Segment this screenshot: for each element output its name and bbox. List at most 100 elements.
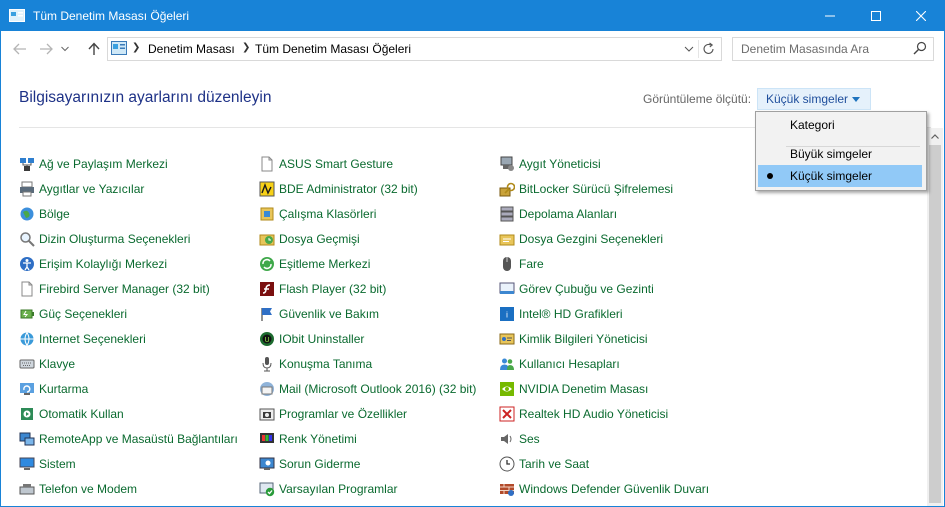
control-panel-item[interactable]: Sorun Giderme (259, 453, 360, 475)
control-panel-item[interactable]: Çalışma Klasörleri (259, 203, 376, 225)
control-panel-item[interactable]: NVIDIA Denetim Masası (499, 378, 648, 400)
control-panel-item[interactable]: RemoteApp ve Masaüstü Bağlantıları (19, 428, 238, 450)
firewall-icon (500, 484, 514, 496)
control-panel-item[interactable]: Görev Çubuğu ve Gezinti (499, 278, 654, 300)
control-panel-item[interactable]: Tarih ve Saat (499, 453, 589, 475)
minimize-icon (825, 15, 835, 17)
control-panel-item-label: Görev Çubuğu ve Gezinti (519, 282, 654, 296)
bitlocker-icon (499, 182, 515, 197)
control-panel-item[interactable]: Bölge (19, 203, 70, 225)
control-panel-item[interactable]: Programlar ve Özellikler (259, 403, 407, 425)
breadcrumb-all-items[interactable]: Tüm Denetim Masası Öğeleri (255, 42, 411, 56)
address-history-button[interactable] (681, 40, 697, 58)
document-icon (21, 281, 33, 297)
control-panel-item[interactable]: Aygıtlar ve Yazıcılar (19, 178, 144, 200)
search-icon[interactable] (913, 41, 927, 55)
control-panel-item[interactable]: Kullanıcı Hesapları (499, 353, 620, 375)
control-panel-item[interactable]: BDE Administrator (32 bit) (259, 178, 418, 200)
control-panel-item[interactable]: Dizin Oluşturma Seçenekleri (19, 228, 190, 250)
work-folders-icon (260, 207, 274, 221)
menu-item-large-icons[interactable]: Büyük simgeler (758, 143, 922, 165)
control-panel-item-label: Renk Yönetimi (279, 432, 357, 446)
control-panel-item-label: Varsayılan Programlar (279, 482, 398, 496)
power-icon (20, 309, 34, 319)
search-placeholder: Denetim Masasında Ara (741, 42, 870, 56)
chevron-right-icon[interactable]: ❯ (132, 42, 140, 53)
autoplay-icon (21, 408, 33, 420)
control-panel-item[interactable]: Güç Seçenekleri (19, 303, 127, 325)
maximize-button[interactable] (853, 1, 899, 31)
control-panel-item[interactable]: Kurtarma (19, 378, 88, 400)
control-panel-item-label: ASUS Smart Gesture (279, 157, 394, 171)
control-panel-item[interactable]: Renk Yönetimi (259, 428, 357, 450)
scroll-thumb[interactable] (929, 145, 941, 503)
control-panel-item-label: Mail (Microsoft Outlook 2016) (32 bit) (279, 382, 477, 396)
forward-arrow-icon (40, 43, 53, 55)
chevron-down-icon (61, 46, 69, 52)
up-arrow-icon (88, 42, 100, 55)
control-panel-item[interactable]: Internet Seçenekleri (19, 328, 146, 350)
control-panel-item[interactable]: Firebird Server Manager (32 bit) (19, 278, 210, 300)
control-panel-item[interactable]: Konuşma Tanıma (259, 353, 372, 375)
control-panel-item[interactable]: Ağ ve Paylaşım Merkezi (19, 153, 168, 175)
menu-item-label: Küçük simgeler (790, 169, 873, 183)
control-panel-item[interactable]: Dosya Gezgini Seçenekleri (499, 228, 663, 250)
forward-button[interactable] (37, 40, 55, 58)
credentials-icon (499, 333, 515, 345)
control-panel-item[interactable]: Realtek HD Audio Yöneticisi (499, 403, 668, 425)
control-panel-item[interactable]: Otomatik Kullan (19, 403, 124, 425)
control-panel-item[interactable]: Mail (Microsoft Outlook 2016) (32 bit) (259, 378, 476, 400)
control-panel-item[interactable]: Varsayılan Programlar (259, 478, 398, 500)
svg-text:U: U (264, 336, 269, 344)
control-panel-item[interactable]: Eşitleme Merkezi (259, 253, 370, 275)
remoteapp-icon (19, 432, 35, 446)
control-panel-item[interactable]: Dosya Geçmişi (259, 228, 360, 250)
control-panel-item-label: Tarih ve Saat (519, 457, 590, 471)
control-panel-item[interactable]: Güvenlik ve Bakım (259, 303, 379, 325)
control-panel-item-label: Kimlik Bilgileri Yöneticisi (519, 332, 648, 346)
address-bar[interactable]: ❯ Denetim Masası ❯ Tüm Denetim Masası Öğ… (107, 37, 722, 61)
control-panel-item[interactable]: Kimlik Bilgileri Yöneticisi (499, 328, 647, 350)
control-panel-item[interactable]: Aygıt Yöneticisi (499, 153, 601, 175)
mouse-icon (503, 257, 511, 271)
control-panel-item-label: Sistem (39, 457, 76, 471)
control-panel-item[interactable]: i Intel® HD Grafikleri (499, 303, 623, 325)
view-by-menu: Kategori Büyük simgeler Küçük simgeler (755, 111, 927, 191)
breadcrumb-control-panel[interactable]: Denetim Masası (148, 42, 235, 56)
control-panel-item[interactable]: Ses (499, 428, 540, 450)
view-by-value: Küçük simgeler (766, 92, 849, 106)
menu-item-small-icons[interactable]: Küçük simgeler (758, 165, 922, 187)
control-panel-item[interactable]: Erişim Kolaylığı Merkezi (19, 253, 167, 275)
scroll-up-button[interactable] (927, 128, 943, 144)
view-by-dropdown[interactable]: Küçük simgeler (757, 88, 871, 110)
back-button[interactable] (11, 40, 29, 58)
control-panel-item[interactable]: Telefon ve Modem (19, 478, 137, 500)
control-panel-item[interactable]: ASUS Smart Gesture (259, 153, 393, 175)
recent-locations-button[interactable] (59, 40, 71, 58)
nvidia-icon (500, 382, 514, 396)
up-button[interactable] (85, 40, 103, 58)
control-panel-item-label: Güç Seçenekleri (39, 307, 128, 321)
control-panel-item-label: Bölge (39, 207, 70, 221)
control-panel-item[interactable]: Flash Player (32 bit) (259, 278, 386, 300)
close-button[interactable] (898, 1, 944, 31)
control-panel-item-label: BitLocker Sürücü Şifrelemesi (519, 182, 674, 196)
chevron-right-icon[interactable]: ❯ (242, 42, 250, 53)
search-box[interactable]: Denetim Masasında Ara (732, 37, 934, 61)
microphone-icon (262, 357, 272, 372)
control-panel-item-label: Sorun Giderme (279, 457, 361, 471)
control-panel-item[interactable]: Klavye (19, 353, 75, 375)
control-panel-item[interactable]: U IObit Uninstaller (259, 328, 364, 350)
vertical-scrollbar[interactable] (927, 128, 943, 506)
control-panel-item[interactable]: Depolama Alanları (499, 203, 617, 225)
control-panel-item-label: Realtek HD Audio Yöneticisi (519, 407, 669, 421)
control-panel-item[interactable]: Sistem (19, 453, 76, 475)
control-panel-item[interactable]: Fare (499, 253, 544, 275)
refresh-button[interactable] (698, 40, 719, 58)
menu-item-category[interactable]: Kategori (758, 114, 922, 136)
control-panel-item[interactable]: BitLocker Sürücü Şifrelemesi (499, 178, 673, 200)
document-icon (261, 156, 273, 172)
title-bar[interactable]: Tüm Denetim Masası Öğeleri (1, 1, 944, 31)
control-panel-item[interactable]: Windows Defender Güvenlik Duvarı (499, 478, 709, 500)
minimize-button[interactable] (807, 1, 853, 31)
